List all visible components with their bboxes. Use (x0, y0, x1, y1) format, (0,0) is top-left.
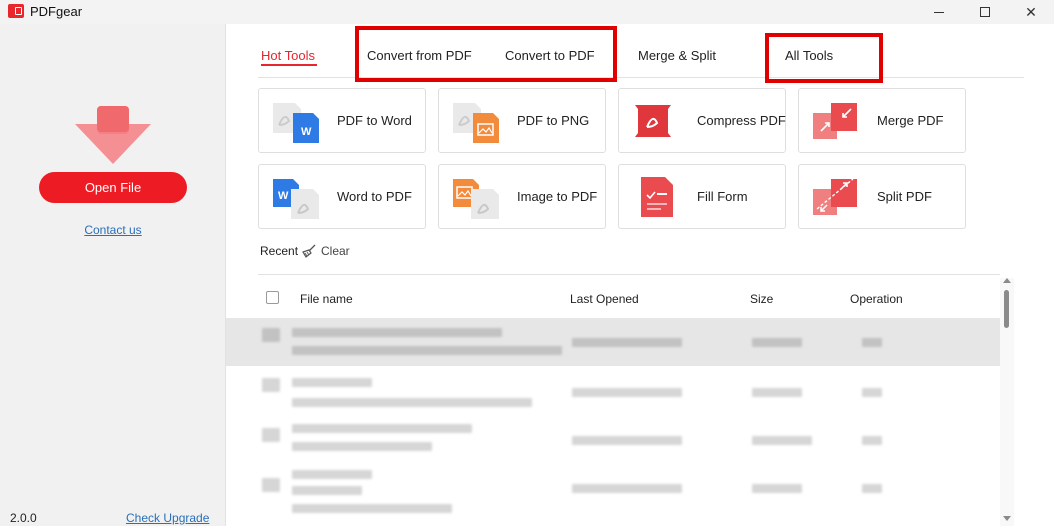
scroll-thumb[interactable] (1004, 290, 1009, 328)
open-file-button[interactable]: Open File (39, 172, 187, 203)
size-blurred (752, 436, 812, 445)
tool-label: Image to PDF (517, 189, 598, 204)
column-operation[interactable]: Operation (850, 292, 903, 306)
size-blurred (752, 388, 802, 397)
file-name-blurred (292, 470, 372, 479)
merge-pdf-icon (813, 103, 857, 139)
check-upgrade-link[interactable]: Check Upgrade (126, 511, 209, 525)
compress-pdf-icon (635, 105, 671, 137)
tool-label: Split PDF (877, 189, 932, 204)
size-blurred (752, 484, 802, 493)
minimize-icon (934, 11, 944, 13)
pdfgear-logo-icon (8, 4, 24, 18)
operation-blurred (862, 484, 882, 493)
scroll-up-arrow-icon[interactable] (1003, 278, 1011, 283)
file-path-blurred (292, 346, 562, 355)
tool-card-pdf-to-png[interactable]: PDF to PNG (438, 88, 606, 153)
svg-text:W: W (301, 126, 312, 138)
sidebar: Open File Contact us 2.0.0 Check Upgrade (0, 24, 226, 526)
highlight-box-convert (355, 26, 617, 82)
tool-card-split-pdf[interactable]: Split PDF (798, 164, 966, 229)
minimize-button[interactable] (916, 0, 962, 24)
clear-label: Clear (321, 244, 350, 258)
app-title: PDFgear (30, 4, 83, 19)
file-path-blurred (292, 486, 362, 495)
tab-merge-split[interactable]: Merge & Split (638, 48, 716, 63)
pdf-to-word-icon: W (273, 103, 319, 143)
close-icon: ✕ (1025, 3, 1037, 20)
recent-scrollbar[interactable] (1000, 278, 1014, 526)
pdf-to-png-icon (453, 103, 499, 143)
tool-card-word-to-pdf[interactable]: W Word to PDF (258, 164, 426, 229)
version-label: 2.0.0 (10, 511, 37, 525)
file-icon (262, 378, 280, 392)
file-icon (262, 328, 280, 342)
tab-hot-tools[interactable]: Hot Tools (261, 48, 315, 63)
size-blurred (752, 338, 802, 347)
contact-us-link[interactable]: Contact us (0, 223, 226, 237)
clear-button[interactable]: Clear (301, 242, 350, 260)
broom-icon (302, 244, 316, 258)
scroll-down-arrow-icon[interactable] (1003, 516, 1011, 521)
file-name-blurred (292, 328, 502, 337)
file-path-blurred (292, 398, 532, 407)
last-opened-blurred (572, 484, 682, 493)
recent-table-header: File name Last Opened Size Operation (258, 274, 1000, 318)
select-all-checkbox[interactable] (266, 291, 279, 304)
tool-card-fill-form[interactable]: Fill Form (618, 164, 786, 229)
column-last-opened[interactable]: Last Opened (570, 292, 639, 306)
column-size[interactable]: Size (750, 292, 773, 306)
file-path-blurred (292, 442, 432, 451)
tool-label: PDF to PNG (517, 113, 590, 128)
next-row-blurred (292, 504, 452, 513)
close-button[interactable]: ✕ (1008, 0, 1054, 24)
file-icon (262, 478, 280, 492)
tool-card-image-to-pdf[interactable]: Image to PDF (438, 164, 606, 229)
tool-card-compress-pdf[interactable]: Compress PDF (618, 88, 786, 153)
recent-label: Recent (260, 244, 299, 258)
column-file-name[interactable]: File name (300, 292, 353, 306)
image-to-pdf-icon (453, 179, 499, 219)
tool-label: Merge PDF (877, 113, 944, 128)
file-icon (262, 428, 280, 442)
tool-label: Word to PDF (337, 189, 412, 204)
operation-blurred (862, 338, 882, 347)
fill-form-icon (641, 177, 673, 217)
maximize-button[interactable] (962, 0, 1008, 24)
title-bar: PDFgear ✕ (0, 0, 1054, 24)
table-row[interactable] (226, 318, 1000, 366)
last-opened-blurred (572, 338, 682, 347)
word-to-pdf-icon: W (273, 179, 319, 219)
tool-card-merge-pdf[interactable]: Merge PDF (798, 88, 966, 153)
highlight-box-all-tools (765, 33, 883, 83)
operation-blurred (862, 436, 882, 445)
tool-label: Fill Form (697, 189, 748, 204)
tool-label: Compress PDF (697, 113, 786, 128)
operation-blurred (862, 388, 882, 397)
svg-text:W: W (278, 190, 289, 202)
table-row[interactable] (226, 464, 1000, 513)
tool-label: PDF to Word (337, 113, 412, 128)
file-name-blurred (292, 378, 372, 387)
active-tab-indicator (261, 64, 317, 66)
tool-card-pdf-to-word[interactable]: W PDF to Word (258, 88, 426, 153)
last-opened-blurred (572, 436, 682, 445)
last-opened-blurred (572, 388, 682, 397)
file-name-blurred (292, 424, 472, 433)
table-row[interactable] (226, 416, 1000, 464)
table-row[interactable] (226, 368, 1000, 416)
split-pdf-icon (813, 178, 857, 215)
maximize-icon (980, 7, 990, 17)
